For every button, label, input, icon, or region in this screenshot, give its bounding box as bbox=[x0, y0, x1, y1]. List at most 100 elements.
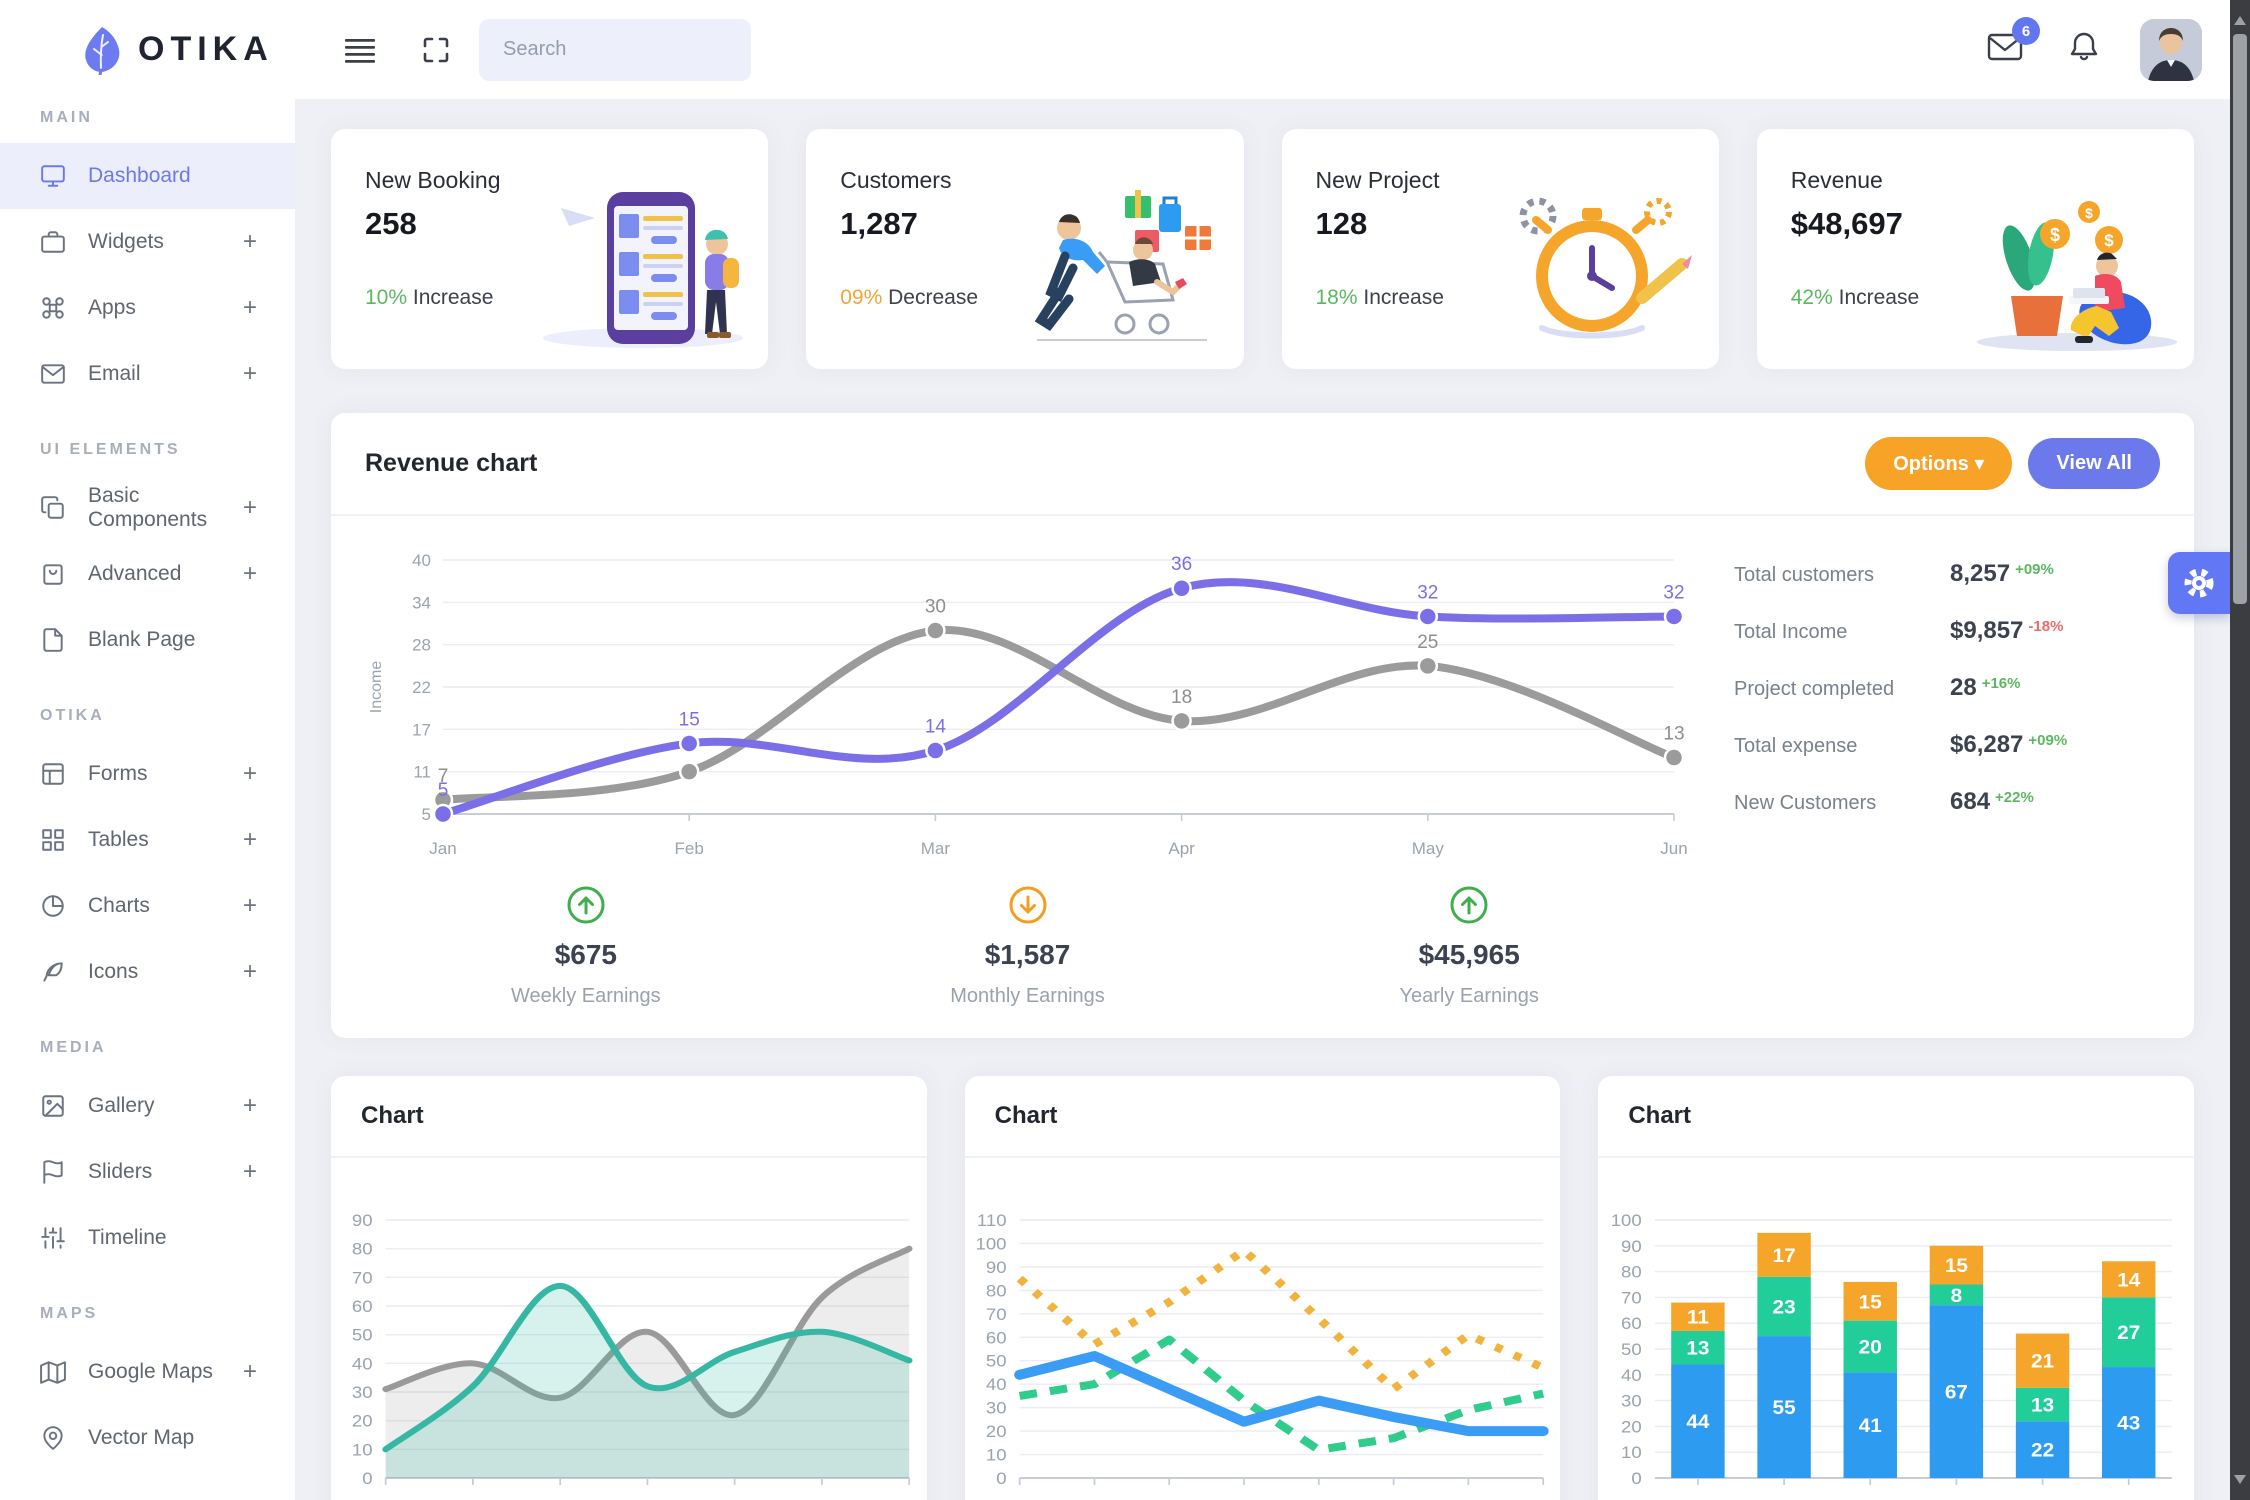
svg-text:43: 43 bbox=[2118, 1413, 2141, 1434]
earnings-label: Monthly Earnings bbox=[807, 985, 1249, 1008]
stat-percent: 10% bbox=[365, 286, 407, 309]
stat-change-text: Increase bbox=[413, 286, 494, 309]
main-column: 6 New bbox=[295, 0, 2230, 1500]
revenue-line-chart[interactable]: 5111722283440JanFebMarAprMayJunIncome730… bbox=[365, 534, 1690, 864]
svg-text:100: 100 bbox=[1611, 1211, 1642, 1230]
mail-button[interactable]: 6 bbox=[1986, 31, 2024, 68]
svg-text:$: $ bbox=[2085, 205, 2093, 221]
svg-text:90: 90 bbox=[986, 1258, 1007, 1277]
sidebar-item-label: Advanced bbox=[88, 562, 181, 586]
svg-text:Income: Income bbox=[368, 661, 385, 714]
svg-text:15: 15 bbox=[1945, 1256, 1968, 1277]
stat-value: $48,697 bbox=[1791, 206, 1957, 242]
sidebar-section-ui-elements: UI ELEMENTS bbox=[0, 407, 295, 475]
multi-line-chart[interactable]: 0102030405060708090100110JanFebMarAprMay… bbox=[965, 1180, 1561, 1500]
svg-text:30: 30 bbox=[352, 1383, 373, 1402]
expand-plus-icon: + bbox=[243, 360, 257, 388]
stat-label: Project completed bbox=[1734, 678, 1950, 701]
stat-row-total-income: Total Income $9,857-18% bbox=[1734, 617, 2160, 645]
stat-card-new-booking[interactable]: New Booking 258 10% Increase bbox=[331, 129, 768, 369]
sidebar-item-label: Gallery bbox=[88, 1094, 155, 1118]
sidebar-item-email[interactable]: Email + bbox=[0, 341, 295, 407]
revenue-illustration: $ $ $ bbox=[1957, 167, 2194, 369]
customers-illustration bbox=[1007, 167, 1244, 369]
monthly-earnings: $1,587 Monthly Earnings bbox=[807, 884, 1249, 1008]
svg-text:70: 70 bbox=[986, 1305, 1007, 1324]
svg-text:Apr: Apr bbox=[1168, 839, 1195, 858]
sidebar-item-blank-page[interactable]: Blank Page bbox=[0, 607, 295, 673]
sidebar-item-icons[interactable]: Icons + bbox=[0, 939, 295, 1005]
search-box[interactable] bbox=[479, 19, 751, 81]
fullscreen-icon bbox=[421, 35, 451, 65]
svg-text:80: 80 bbox=[352, 1239, 373, 1258]
stat-change: 09% Decrease bbox=[840, 286, 1006, 310]
shopping-bag-icon bbox=[40, 561, 66, 587]
sidebar-item-google-maps[interactable]: Google Maps + bbox=[0, 1339, 295, 1405]
sidebar-item-label: Email bbox=[88, 362, 141, 386]
sliders-icon bbox=[40, 1225, 66, 1251]
fullscreen-button[interactable] bbox=[411, 25, 461, 75]
notifications-button[interactable] bbox=[2068, 30, 2100, 69]
svg-text:Mar: Mar bbox=[921, 839, 951, 858]
svg-text:$: $ bbox=[2104, 231, 2114, 250]
sidebar-nav: MAIN Dashboard Widgets + Apps + Email + … bbox=[0, 99, 295, 1471]
svg-text:21: 21 bbox=[2031, 1351, 2054, 1372]
sidebar-item-basic-components[interactable]: Basic Components + bbox=[0, 475, 295, 541]
sidebar-item-vector-map[interactable]: Vector Map bbox=[0, 1405, 295, 1471]
settings-gear-button[interactable] bbox=[2168, 552, 2230, 614]
stat-card-revenue[interactable]: Revenue $48,697 42% Increase $ $ bbox=[1757, 129, 2194, 369]
scrollbar-up-arrow[interactable] bbox=[2234, 10, 2246, 25]
view-all-button[interactable]: View All bbox=[2028, 438, 2160, 489]
revenue-chart-svg: 5111722283440JanFebMarAprMayJunIncome730… bbox=[365, 534, 1690, 864]
svg-text:10: 10 bbox=[986, 1445, 1007, 1464]
scrollbar-down-arrow[interactable] bbox=[2234, 1475, 2246, 1490]
brand-logo[interactable]: OTIKA bbox=[0, 0, 295, 99]
svg-text:20: 20 bbox=[1621, 1417, 1642, 1436]
delta-badge: -18% bbox=[2028, 618, 2063, 635]
map-icon bbox=[40, 1359, 66, 1385]
arrow-down-circle-icon bbox=[1007, 884, 1049, 926]
expand-plus-icon: + bbox=[243, 892, 257, 920]
area-chart[interactable]: 0102030405060708090JanFebMarAprMayJunJul… bbox=[331, 1180, 927, 1500]
sidebar-item-apps[interactable]: Apps + bbox=[0, 275, 295, 341]
sidebar-item-advanced[interactable]: Advanced + bbox=[0, 541, 295, 607]
svg-text:80: 80 bbox=[986, 1281, 1007, 1300]
delta-badge: +09% bbox=[2028, 732, 2067, 749]
scrollbar-thumb[interactable] bbox=[2233, 34, 2247, 604]
sidebar-item-widgets[interactable]: Widgets + bbox=[0, 209, 295, 275]
stat-row-total-customers: Total customers 8,257+09% bbox=[1734, 560, 2160, 588]
bar-chart-svg: 0102030405060708090100Jan '1802 Jan03 Ja… bbox=[1598, 1180, 2194, 1500]
stat-title: New Project bbox=[1316, 167, 1482, 194]
svg-text:60: 60 bbox=[986, 1328, 1007, 1347]
search-input[interactable] bbox=[503, 38, 768, 61]
stat-change-text: Increase bbox=[1363, 286, 1444, 309]
earnings-value: $675 bbox=[365, 939, 807, 971]
sidebar-item-gallery[interactable]: Gallery + bbox=[0, 1073, 295, 1139]
earnings-value: $1,587 bbox=[807, 939, 1249, 971]
svg-text:30: 30 bbox=[986, 1398, 1007, 1417]
sidebar-item-sliders[interactable]: Sliders + bbox=[0, 1139, 295, 1205]
options-button[interactable]: Options ▾ bbox=[1865, 437, 2012, 490]
hamburger-icon bbox=[345, 36, 375, 64]
hamburger-menu-button[interactable] bbox=[335, 26, 385, 74]
svg-text:20: 20 bbox=[352, 1411, 373, 1430]
stacked-bar-chart[interactable]: 0102030405060708090100Jan '1802 Jan03 Ja… bbox=[1598, 1180, 2194, 1500]
sidebar-item-tables[interactable]: Tables + bbox=[0, 807, 295, 873]
stat-value: 684+22% bbox=[1950, 788, 2160, 816]
sidebar-item-timeline[interactable]: Timeline bbox=[0, 1205, 295, 1271]
sidebar-section-otika: OTIKA bbox=[0, 673, 295, 741]
chart-card-title: Chart bbox=[1598, 1076, 2194, 1158]
sidebar-item-label: Dashboard bbox=[88, 164, 191, 188]
sidebar-item-dashboard[interactable]: Dashboard bbox=[0, 143, 295, 209]
sidebar-item-forms[interactable]: Forms + bbox=[0, 741, 295, 807]
sidebar-item-label: Sliders bbox=[88, 1160, 152, 1184]
page-scrollbar[interactable] bbox=[2230, 0, 2250, 1500]
delta-badge: +22% bbox=[1995, 789, 2034, 806]
stat-card-new-project[interactable]: New Project 128 18% Increase bbox=[1282, 129, 1719, 369]
sidebar-item-label: Timeline bbox=[88, 1226, 167, 1250]
expand-plus-icon: + bbox=[243, 560, 257, 588]
svg-text:Jan: Jan bbox=[429, 839, 456, 858]
user-avatar[interactable] bbox=[2140, 19, 2202, 81]
stat-card-customers[interactable]: Customers 1,287 09% Decrease bbox=[806, 129, 1243, 369]
sidebar-item-charts[interactable]: Charts + bbox=[0, 873, 295, 939]
